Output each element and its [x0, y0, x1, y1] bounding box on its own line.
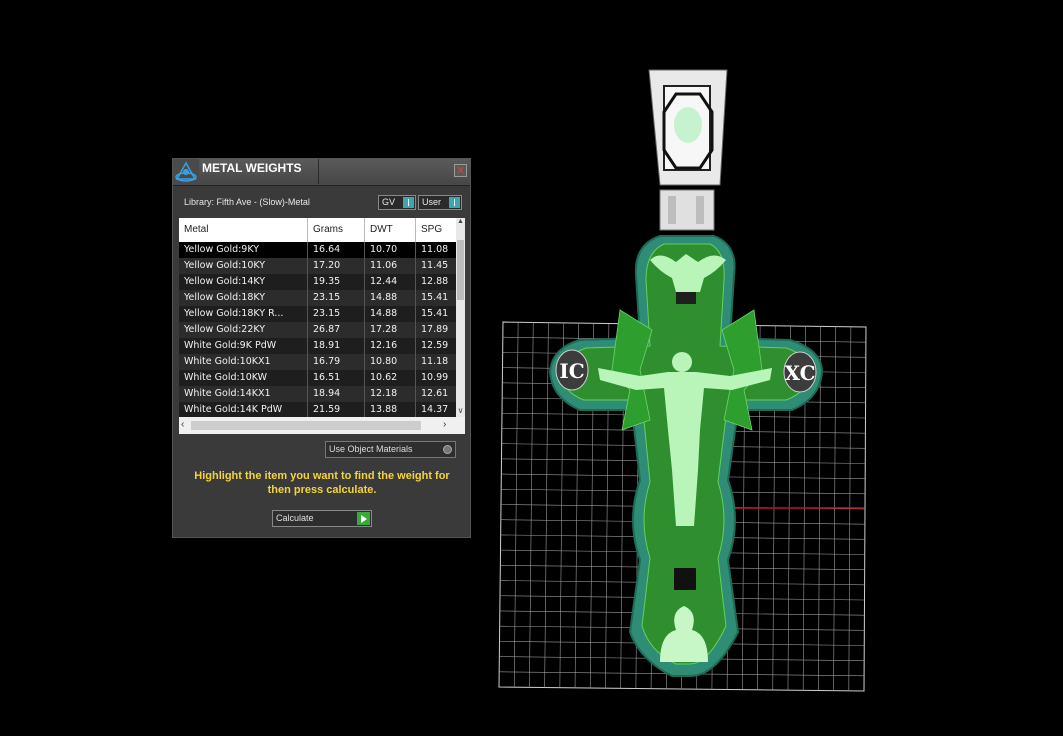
table-row[interactable]: Yellow Gold:9KY 16.64 10.70 11.08: [179, 242, 456, 258]
gv-toggle-label: GV: [382, 197, 396, 207]
table-row[interactable]: Yellow Gold:14KY 19.35 12.44 12.88: [179, 274, 456, 290]
cell-metal: Yellow Gold:10KY: [179, 258, 308, 274]
table-row[interactable]: Yellow Gold:10KY 17.20 11.06 11.45: [179, 258, 456, 274]
scroll-up-icon[interactable]: ▲: [456, 218, 465, 228]
cell-dwt: 11.06: [365, 258, 416, 274]
cell-metal: Yellow Gold:18KY: [179, 290, 308, 306]
cell-grams: 16.64: [308, 242, 365, 258]
cell-metal: Yellow Gold:18KY R...: [179, 306, 308, 322]
cell-spg: 11.18: [416, 354, 456, 370]
table-row[interactable]: White Gold:9K PdW 18.91 12.16 12.59: [179, 338, 456, 354]
cell-spg: 14.37: [416, 402, 456, 417]
title-bar-fill: [319, 159, 470, 184]
cell-grams: 23.15: [308, 306, 365, 322]
cell-grams: 23.15: [308, 290, 365, 306]
table-row[interactable]: Yellow Gold:18KY R... 23.15 14.88 15.41: [179, 306, 456, 322]
horizontal-scrollbar[interactable]: ‹ ›: [179, 417, 456, 434]
cell-metal: White Gold:14K PdW: [179, 402, 308, 417]
cell-grams: 18.91: [308, 338, 365, 354]
scroll-thumb[interactable]: [191, 421, 421, 430]
cell-grams: 17.20: [308, 258, 365, 274]
cross-label-left: IC: [559, 359, 584, 383]
cell-dwt: 14.88: [365, 290, 416, 306]
toggle-icon: [449, 197, 460, 208]
cell-spg: 17.89: [416, 322, 456, 338]
cell-grams: 16.51: [308, 370, 365, 386]
cell-spg: 12.88: [416, 274, 456, 290]
calculate-button[interactable]: Calculate: [272, 510, 372, 527]
column-header-metal[interactable]: Metal: [179, 218, 308, 242]
cell-metal: Yellow Gold:9KY: [179, 242, 308, 258]
close-icon[interactable]: ✕: [454, 164, 467, 177]
cell-metal: White Gold:10KX1: [179, 354, 308, 370]
title-bar[interactable]: METAL WEIGHTS ✕: [173, 159, 470, 186]
calculate-label: Calculate: [276, 513, 314, 523]
cell-grams: 21.59: [308, 402, 365, 417]
cell-dwt: 12.18: [365, 386, 416, 402]
cell-metal: White Gold:14KX1: [179, 386, 308, 402]
cell-metal: Yellow Gold:22KY: [179, 322, 308, 338]
triangle-globe-logo-icon: [174, 160, 198, 184]
cell-spg: 11.08: [416, 242, 456, 258]
cell-spg: 12.59: [416, 338, 456, 354]
cell-metal: White Gold:9K PdW: [179, 338, 308, 354]
cell-spg: 10.99: [416, 370, 456, 386]
cross-window: [674, 568, 696, 590]
cell-spg: 15.41: [416, 306, 456, 322]
scroll-down-icon[interactable]: ∨: [456, 406, 465, 416]
gv-toggle[interactable]: GV: [378, 195, 416, 210]
cell-dwt: 10.62: [365, 370, 416, 386]
table-row[interactable]: White Gold:14KX1 18.94 12.18 12.61: [179, 386, 456, 402]
metal-table: Metal Grams DWT SPG Yellow Gold:9KY 16.6…: [179, 218, 465, 434]
cell-metal: White Gold:10KW: [179, 370, 308, 386]
column-header-dwt[interactable]: DWT: [365, 218, 416, 242]
pendant-bail[interactable]: [648, 69, 728, 231]
library-label: Library: Fifth Ave - (Slow)-Metal: [184, 197, 310, 207]
column-header-grams[interactable]: Grams: [308, 218, 365, 242]
panel-title: METAL WEIGHTS: [199, 159, 319, 184]
cell-dwt: 13.88: [365, 402, 416, 417]
column-header-spg[interactable]: SPG: [416, 218, 456, 242]
scroll-thumb[interactable]: [457, 240, 464, 300]
instruction-text: Highlight the item you want to find the …: [194, 470, 450, 496]
table-row[interactable]: White Gold:14K PdW 21.59 13.88 14.37: [179, 402, 456, 417]
cell-dwt: 14.88: [365, 306, 416, 322]
scroll-left-icon[interactable]: ‹: [181, 419, 190, 430]
table-row[interactable]: White Gold:10KW 16.51 10.62 10.99: [179, 370, 456, 386]
user-toggle-label: User: [422, 197, 442, 207]
table-row[interactable]: White Gold:10KX1 16.79 10.80 11.18: [179, 354, 456, 370]
metal-weights-panel: METAL WEIGHTS ✕ Library: Fifth Ave - (Sl…: [172, 158, 471, 538]
vertical-scrollbar[interactable]: ▲ ∨: [456, 218, 465, 417]
cell-spg: 15.41: [416, 290, 456, 306]
table-header: Metal Grams DWT SPG: [179, 218, 456, 242]
toggle-icon: [403, 197, 414, 208]
table-body: Yellow Gold:9KY 16.64 10.70 11.08 Yellow…: [179, 242, 456, 417]
cell-dwt: 10.70: [365, 242, 416, 258]
cell-dwt: 17.28: [365, 322, 416, 338]
cell-spg: 11.45: [416, 258, 456, 274]
cell-dwt: 12.16: [365, 338, 416, 354]
cell-dwt: 10.80: [365, 354, 416, 370]
table-viewport: Metal Grams DWT SPG Yellow Gold:9KY 16.6…: [179, 218, 456, 417]
use-object-materials-option[interactable]: Use Object Materials: [325, 441, 456, 458]
cell-grams: 18.94: [308, 386, 365, 402]
table-row[interactable]: Yellow Gold:22KY 26.87 17.28 17.89: [179, 322, 456, 338]
cell-grams: 16.79: [308, 354, 365, 370]
cross-label-right: XC: [784, 361, 815, 385]
table-row[interactable]: Yellow Gold:18KY 23.15 14.88 15.41: [179, 290, 456, 306]
user-toggle[interactable]: User: [418, 195, 462, 210]
3d-viewport[interactable]: IC XC: [0, 0, 1063, 736]
scroll-right-icon[interactable]: ›: [443, 419, 452, 430]
cell-metal: Yellow Gold:14KY: [179, 274, 308, 290]
cell-grams: 26.87: [308, 322, 365, 338]
use-object-materials-label: Use Object Materials: [329, 444, 413, 454]
cell-dwt: 12.44: [365, 274, 416, 290]
cell-grams: 19.35: [308, 274, 365, 290]
play-arrow-icon: [357, 512, 370, 525]
crucifix-figure: [598, 352, 772, 526]
radio-icon[interactable]: [443, 445, 452, 454]
cell-spg: 12.61: [416, 386, 456, 402]
scroll-corner: [456, 417, 465, 434]
